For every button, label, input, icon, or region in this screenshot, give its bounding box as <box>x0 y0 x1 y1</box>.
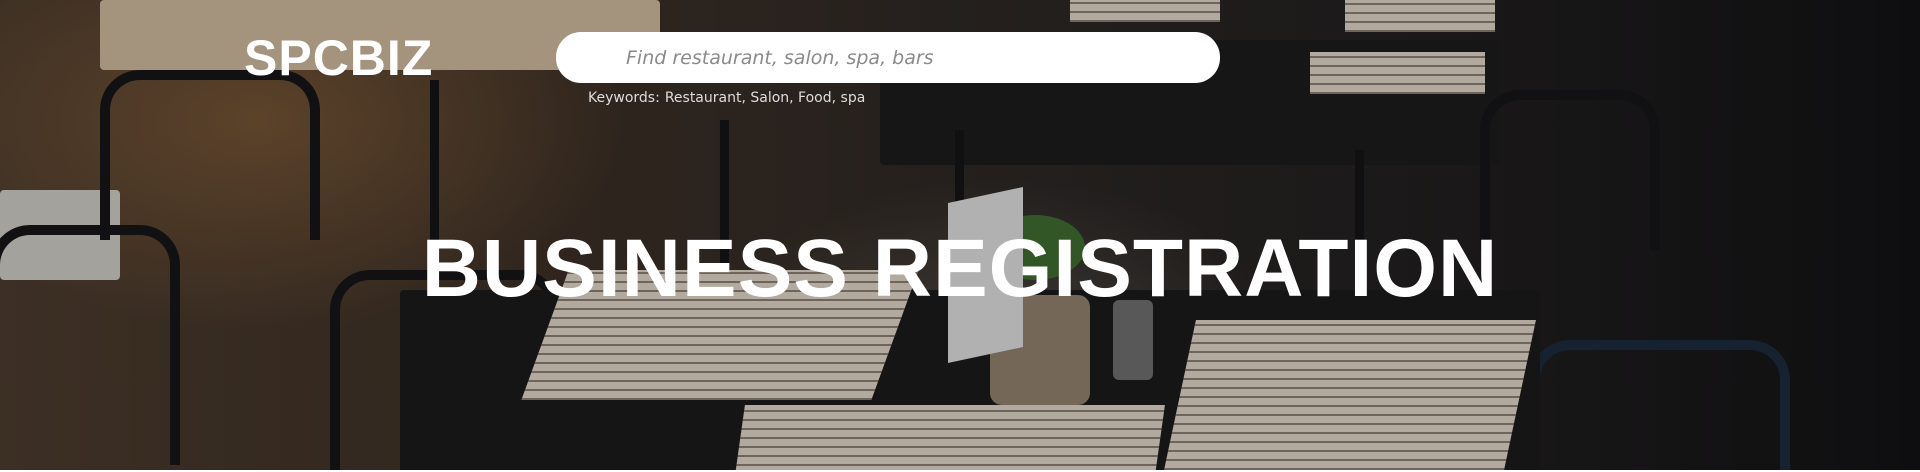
page-title: BUSINESS REGISTRATION <box>421 223 1499 314</box>
search-keywords: Keywords: Restaurant, Salon, Food, spa <box>588 90 865 106</box>
search-bar[interactable] <box>556 32 1220 83</box>
search-input[interactable] <box>626 46 1186 69</box>
site-logo[interactable]: SPCBIZ <box>244 29 433 87</box>
hero-banner: SPCBIZ Keywords:Restaurant, Salon, Food,… <box>0 0 1920 470</box>
keywords-label: Keywords: <box>588 90 660 106</box>
keywords-list: Restaurant, Salon, Food, spa <box>664 90 866 106</box>
